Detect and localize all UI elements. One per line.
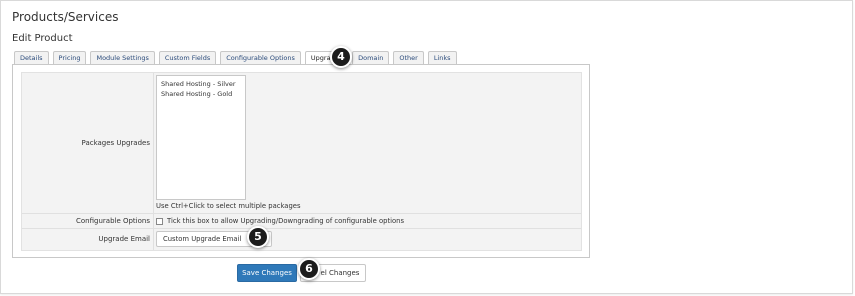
configurable-options-checkbox-label[interactable]: Tick this box to allow Upgrading/Downgra… — [167, 217, 404, 225]
page-subtitle: Edit Product — [12, 33, 73, 44]
step-badge-6: 6 — [298, 258, 320, 280]
package-option-silver[interactable]: Shared Hosting - Silver — [161, 79, 241, 89]
tab-domain[interactable]: Domain — [352, 51, 390, 64]
configurable-options-label: Configurable Options — [76, 217, 150, 225]
step-badge-5: 5 — [247, 226, 269, 248]
column-divider — [153, 73, 154, 250]
packages-upgrades-label: Packages Upgrades — [81, 139, 150, 147]
tab-details[interactable]: Details — [14, 51, 49, 64]
configurable-options-checkbox[interactable] — [156, 218, 163, 225]
save-changes-button[interactable]: Save Changes — [237, 264, 297, 282]
step-badge-4: 4 — [330, 46, 352, 68]
row-divider — [22, 228, 581, 229]
tab-module-settings[interactable]: Module Settings — [90, 51, 155, 64]
tab-other[interactable]: Other — [393, 51, 424, 64]
tab-custom-fields[interactable]: Custom Fields — [158, 51, 217, 64]
packages-select[interactable]: Shared Hosting - Silver Shared Hosting -… — [156, 75, 246, 200]
tab-bar: Details Pricing Module Settings Custom F… — [14, 51, 457, 65]
upgrade-email-label: Upgrade Email — [98, 235, 150, 243]
tab-pricing[interactable]: Pricing — [52, 51, 87, 64]
page-title: Products/Services — [12, 10, 119, 24]
tab-links[interactable]: Links — [427, 51, 457, 64]
row-divider — [22, 213, 581, 214]
upgrades-form-table: Packages Upgrades Shared Hosting - Silve… — [21, 72, 582, 251]
package-option-gold[interactable]: Shared Hosting - Gold — [161, 89, 241, 99]
packages-help-text: Use Ctrl+Click to select multiple packag… — [156, 202, 301, 210]
tab-configurable-options[interactable]: Configurable Options — [220, 51, 301, 64]
